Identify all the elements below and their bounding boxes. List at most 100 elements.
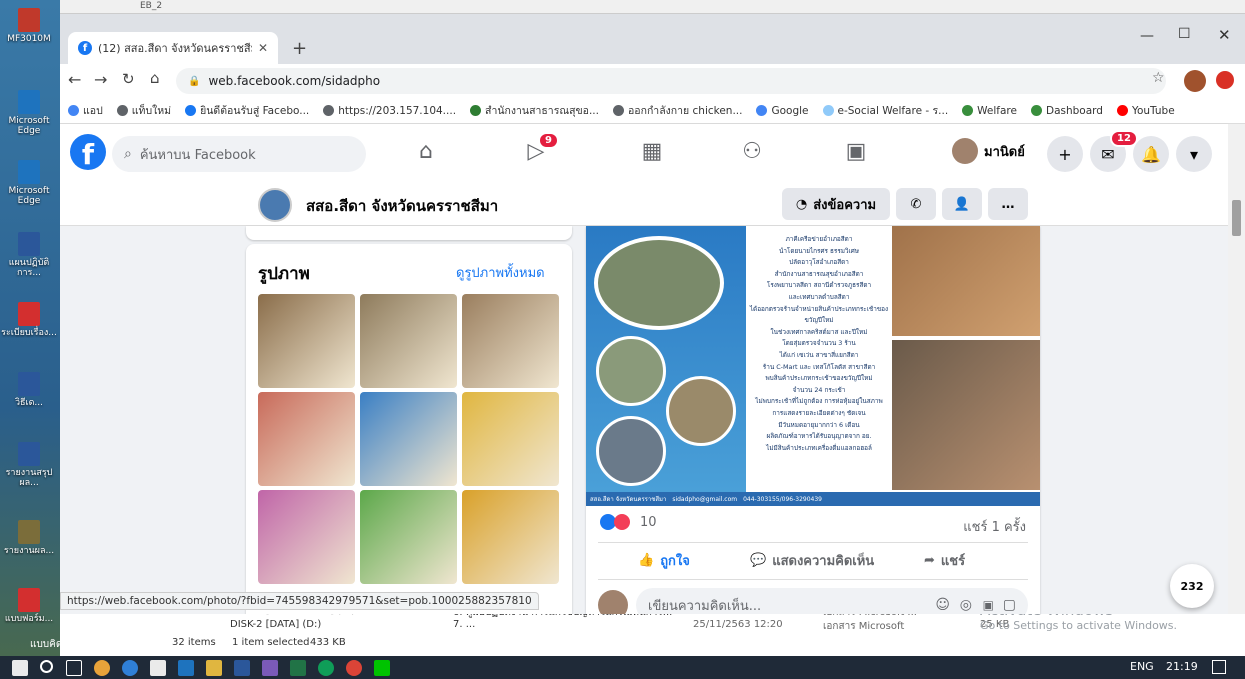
marketplace-nav-icon[interactable]: ▦ <box>638 138 666 166</box>
poster-text-line: โดยสุ่มตรวจจำนวน 3 ร้าน <box>782 339 856 348</box>
photo-thumbnail[interactable] <box>360 392 457 486</box>
desktop-icon-label: วิธีเด... <box>14 398 44 408</box>
reactions-count[interactable]: 10 <box>640 515 657 530</box>
like-button[interactable]: 👍 ถูกใจ <box>638 550 690 571</box>
profile-avatar[interactable] <box>1184 70 1206 92</box>
back-icon[interactable]: ← <box>68 70 81 89</box>
notification-center-icon[interactable] <box>1212 660 1226 674</box>
desktop-icon[interactable]: Microsoft Edge <box>0 90 58 136</box>
file-name[interactable]: 7. ... <box>453 619 475 630</box>
gif-icon[interactable]: ▣ <box>983 598 994 612</box>
post-image[interactable]: ภาคีเครือข่ายอำเภอสีดา นำโดยนายไกรศร ธรรม… <box>586 226 1040 506</box>
search-taskbar-icon[interactable] <box>40 660 53 673</box>
word-taskbar-icon[interactable] <box>234 660 250 676</box>
excel-taskbar-icon[interactable] <box>290 660 306 676</box>
close-window-icon[interactable]: ✕ <box>1218 26 1231 44</box>
explorer-taskbar-icon[interactable] <box>206 660 222 676</box>
new-tab-icon[interactable]: + <box>292 38 307 59</box>
groups-nav-icon[interactable]: ⚇ <box>738 138 766 166</box>
drive-item-d[interactable]: DISK-2 [DATA] (D:) <box>230 619 321 630</box>
chrome-active-taskbar-icon[interactable] <box>346 660 362 676</box>
minimize-icon[interactable]: — <box>1140 28 1154 44</box>
camera-icon[interactable]: ◎ <box>960 597 972 613</box>
photo-thumbnail[interactable] <box>462 294 559 388</box>
extension-icon[interactable] <box>1216 71 1234 89</box>
sticker-icon[interactable]: ▢ <box>1003 597 1016 613</box>
desktop-icon[interactable]: MF3010M <box>0 8 58 44</box>
follow-button[interactable]: 👤 <box>942 188 982 220</box>
facebook-search[interactable]: ⌕ ค้นหาบน Facebook <box>112 136 366 172</box>
windows-start-icon[interactable] <box>12 660 28 676</box>
bookmark-item[interactable]: YouTube <box>1116 105 1175 117</box>
desktop-icon[interactable]: แบบฟอร์ม... <box>0 588 58 624</box>
tray-language[interactable]: ENG <box>1130 660 1154 673</box>
task-view-icon[interactable] <box>66 660 82 676</box>
photo-thumbnail[interactable] <box>258 490 355 584</box>
desktop-icon[interactable]: ระเบียบเรื่อง... <box>0 302 58 338</box>
comment-button[interactable]: 💬 แสดงความคิดเห็น <box>750 550 874 571</box>
chrome2-taskbar-icon[interactable] <box>318 660 334 676</box>
photo-thumbnail[interactable] <box>360 294 457 388</box>
nero-label[interactable]: Nero Express <box>60 637 126 648</box>
tab-close-icon[interactable]: ✕ <box>258 41 268 55</box>
edge-taskbar-icon[interactable] <box>122 660 138 676</box>
facebook-logo[interactable]: f <box>70 134 106 171</box>
emoji-icon[interactable]: ☺ <box>935 597 950 613</box>
photo-thumbnail[interactable] <box>258 294 355 388</box>
account-menu-chevron-down-icon[interactable]: ▾ <box>1176 136 1212 172</box>
maximize-icon[interactable]: ☐ <box>1178 26 1191 42</box>
share-count[interactable]: แชร์ 1 ครั้ง <box>963 516 1026 537</box>
page-scrollbar[interactable] <box>1228 124 1245 614</box>
comment-input[interactable]: เขียนความคิดเห็น... ☺ ◎ ▣ ▢ <box>636 588 1028 614</box>
photo-thumbnail[interactable] <box>462 392 559 486</box>
line-taskbar-icon[interactable] <box>374 660 390 676</box>
desktop-icon[interactable]: วิธีเด... <box>0 372 58 408</box>
notifications-bell-icon[interactable]: 🔔 <box>1133 136 1169 172</box>
photo-thumbnail[interactable] <box>360 490 457 584</box>
desktop-file-icon <box>18 442 40 466</box>
send-message-button[interactable]: ◔ ส่งข้อความ <box>782 188 890 220</box>
desktop-icon[interactable]: รายงานสรุปผล... <box>0 442 58 488</box>
bookmark-item[interactable]: แท็บใหม่ <box>116 102 171 119</box>
bookmark-item[interactable]: e-Social Welfare - ร... <box>822 102 948 119</box>
photo-thumbnail[interactable] <box>462 490 559 584</box>
profile-chip[interactable]: มานิดย์ <box>952 138 1025 164</box>
forward-icon[interactable]: → <box>94 70 107 89</box>
bookmark-item[interactable]: Welfare <box>962 105 1017 117</box>
app-taskbar-icon[interactable] <box>262 660 278 676</box>
address-bar[interactable]: 🔒 web.facebook.com/sidadpho <box>176 68 1166 94</box>
bookmark-item[interactable]: แอป <box>68 102 103 119</box>
browser-tab[interactable]: f (12) สสอ.สีดา จังหวัดนครราชสีมา | Fa ✕ <box>68 32 278 64</box>
page-avatar[interactable] <box>258 188 292 222</box>
create-button[interactable]: + <box>1047 136 1083 172</box>
bookmark-item[interactable]: สำนักงานสาธารณสุขอ... <box>470 102 599 119</box>
reload-icon[interactable]: ↻ <box>122 70 135 88</box>
call-button[interactable]: ✆ <box>896 188 936 220</box>
home-nav-icon[interactable]: ⌂ <box>412 138 440 166</box>
desktop-icon[interactable]: Microsoft Edge <box>0 160 58 206</box>
poster-circle-4 <box>596 416 666 486</box>
share-button[interactable]: ➦ แชร์ <box>924 550 965 571</box>
bookmark-label: แอป <box>83 105 103 117</box>
chrome-taskbar-icon[interactable] <box>94 660 110 676</box>
search-input[interactable]: ค้นหาบน Facebook <box>140 144 256 165</box>
tray-clock[interactable]: 21:19 <box>1166 660 1198 673</box>
home-icon[interactable]: ⌂ <box>150 69 160 87</box>
bookmark-star-icon[interactable]: ☆ <box>1152 70 1165 86</box>
page-name[interactable]: สสอ.สีดา จังหวัดนครราชสีมา <box>306 194 498 218</box>
photo-thumbnail[interactable] <box>258 392 355 486</box>
bookmark-item[interactable]: ยินดีต้อนรับสู่ Facebo... <box>185 102 309 119</box>
chat-heads-button[interactable]: 232 <box>1170 564 1214 608</box>
more-options-button[interactable]: … <box>988 188 1028 220</box>
bookmark-item[interactable]: Google <box>756 105 809 117</box>
bookmark-item[interactable]: ออกกำลังกาย chicken... <box>612 102 742 119</box>
desktop-icon[interactable]: แผนปฏิบัติการ... <box>0 232 58 278</box>
mail-taskbar-icon[interactable] <box>178 660 194 676</box>
store-taskbar-icon[interactable] <box>150 660 166 676</box>
see-all-photos-link[interactable]: ดูรูปภาพทั้งหมด <box>456 262 545 283</box>
bookmark-item[interactable]: https://203.157.104.... <box>323 105 456 117</box>
desktop-icon[interactable]: รายงานผล... <box>0 520 58 556</box>
bookmark-item[interactable]: Dashboard <box>1030 105 1103 117</box>
scrollbar-thumb[interactable] <box>1232 200 1241 236</box>
gaming-nav-icon[interactable]: ▣ <box>842 138 870 166</box>
